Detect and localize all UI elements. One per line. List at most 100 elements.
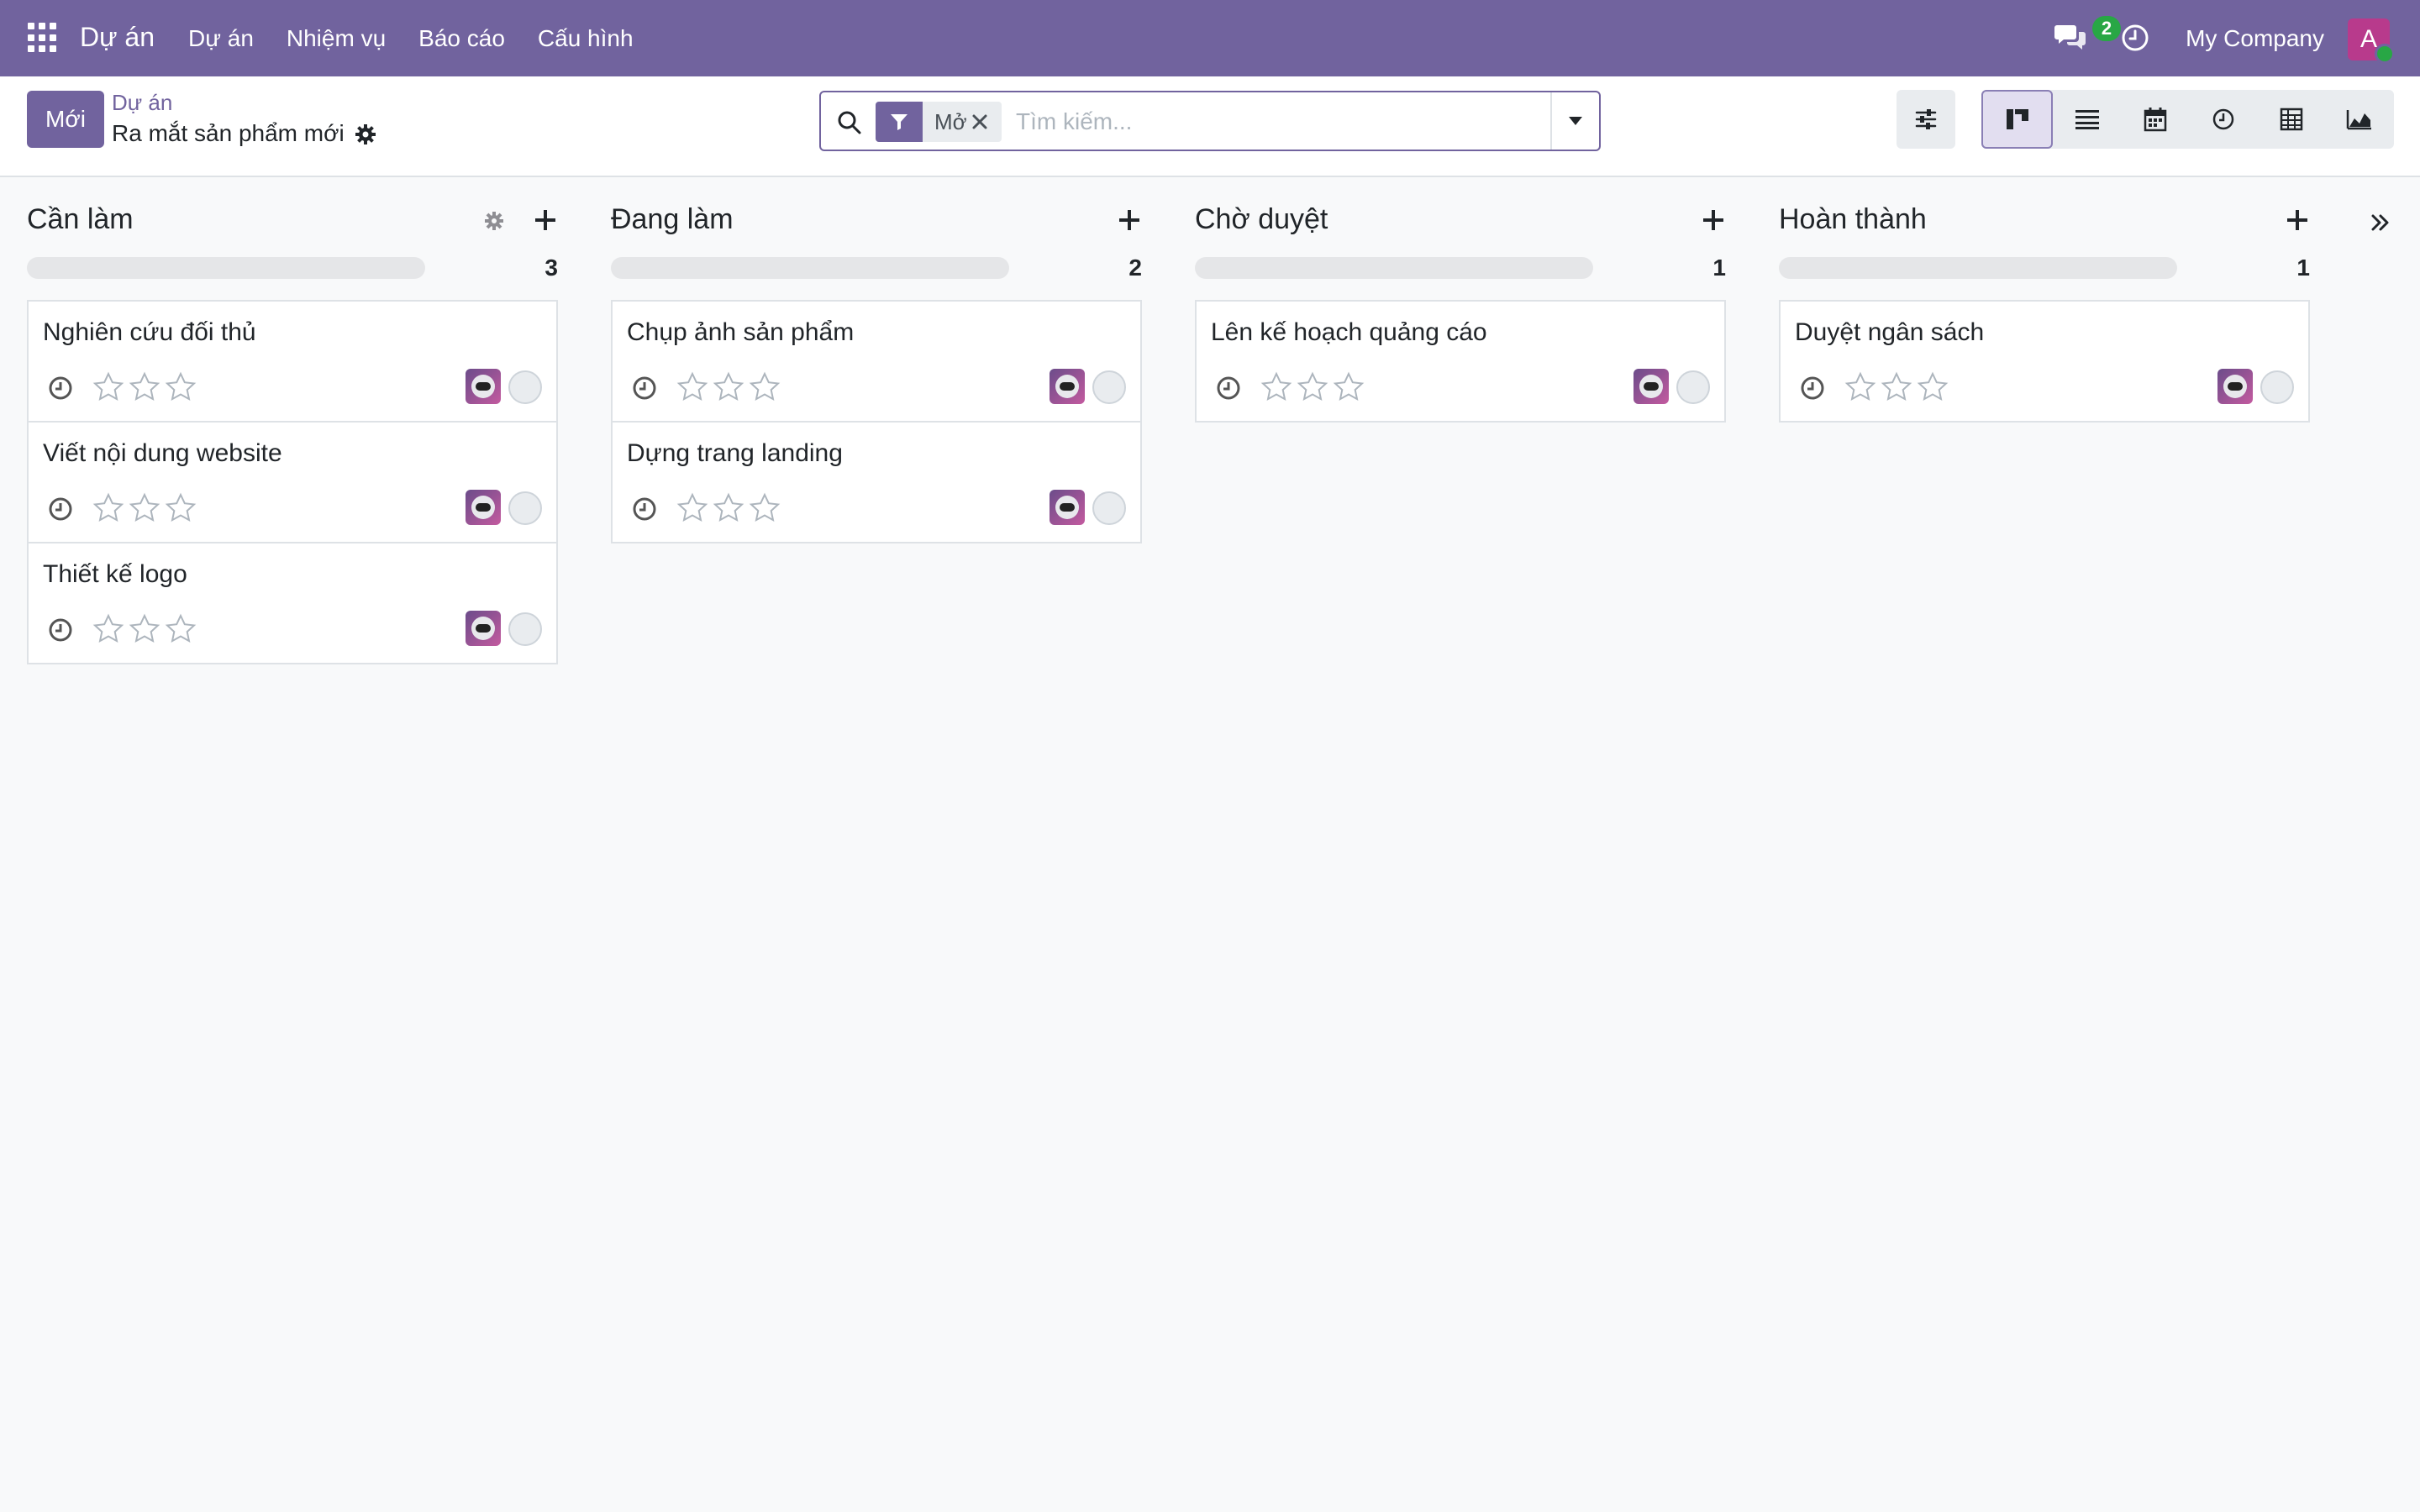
task-title: Lên kế hoạch quảng cáo [1211,318,1487,346]
star-icon[interactable] [1297,371,1328,403]
task-card[interactable]: Dựng trang landing [611,421,1142,543]
star-icon[interactable] [749,492,781,524]
status-circle[interactable] [508,491,542,525]
view-calendar-button[interactable] [2121,90,2189,149]
task-card[interactable]: Chụp ảnh sản phẩm [611,300,1142,423]
status-circle[interactable] [1092,370,1126,404]
activity-clock-icon[interactable] [2121,24,2149,52]
view-kanban-button[interactable] [1981,90,2054,149]
activity-clock-icon[interactable] [631,375,658,402]
kanban-icon [2006,109,2028,129]
status-circle[interactable] [508,370,542,404]
plus-icon[interactable] [533,207,558,233]
assignee-avatar[interactable] [1634,369,1669,404]
star-icon[interactable] [1333,371,1365,403]
assignee-avatar[interactable] [466,369,501,404]
column-count: 2 [1128,255,1142,281]
activity-clock-icon[interactable] [47,617,74,643]
assignee-avatar[interactable] [466,490,501,525]
priority-stars [92,371,197,403]
activity-clock-icon[interactable] [47,375,74,402]
view-list-button[interactable] [2053,90,2121,149]
apps-menu-icon[interactable] [28,23,58,53]
task-card[interactable]: Duyệt ngân sách [1779,300,2310,423]
star-icon[interactable] [1260,371,1292,403]
breadcrumb-current: Ra mắt sản phẩm mới [112,120,345,146]
double-chevron-right-icon[interactable] [2368,210,2393,235]
priority-stars [1844,371,1949,403]
menu-item-configuration[interactable]: Cấu hình [538,25,634,52]
assignee-avatar[interactable] [466,611,501,646]
app-brand[interactable]: Dự án [80,22,155,53]
star-icon[interactable] [129,492,160,524]
filter-icon [876,102,923,142]
view-graph-button[interactable] [2326,90,2394,149]
column-title[interactable]: Chờ duyệt [1195,203,1328,236]
priority-stars [1260,371,1365,403]
star-icon[interactable] [92,613,124,645]
star-icon[interactable] [165,613,197,645]
task-card[interactable]: Nghiên cứu đối thủ [27,300,558,423]
star-icon[interactable] [92,492,124,524]
activity-clock-icon[interactable] [1215,375,1242,402]
column-settings-gear-icon[interactable] [482,209,506,233]
column-count: 1 [1712,255,1726,281]
search-input[interactable] [1016,102,1520,141]
filter-settings-button[interactable] [1897,90,1955,149]
star-icon[interactable] [129,371,160,403]
menu-item-projects[interactable]: Dự án [188,25,254,52]
star-icon[interactable] [713,492,744,524]
star-icon[interactable] [1844,371,1876,403]
search-bar: Mở [819,91,1601,151]
messaging-icon[interactable] [2054,22,2087,52]
column-title[interactable]: Cần làm [27,203,134,236]
activity-clock-icon[interactable] [1799,375,1826,402]
status-circle[interactable] [2260,370,2294,404]
star-icon[interactable] [129,613,160,645]
list-icon [2075,110,2099,129]
status-circle[interactable] [508,612,542,646]
plus-icon[interactable] [2285,207,2310,233]
star-icon[interactable] [1881,371,1912,403]
star-icon[interactable] [713,371,744,403]
column-progress-bar [27,257,425,279]
column-title[interactable]: Hoàn thành [1779,203,1927,236]
new-button[interactable]: Mới [27,91,104,148]
breadcrumb-parent[interactable]: Dự án [112,90,172,116]
column-title[interactable]: Đang làm [611,203,734,236]
view-activity-button[interactable] [2190,90,2258,149]
column-cards: Duyệt ngân sách [1779,300,2310,423]
column-count: 3 [544,255,558,281]
menu-item-reporting[interactable]: Báo cáo [418,25,505,52]
plus-icon[interactable] [1701,207,1726,233]
task-card[interactable]: Lên kế hoạch quảng cáo [1195,300,1726,423]
gear-icon[interactable] [354,123,377,146]
assignee-avatar[interactable] [1050,369,1085,404]
column-progress-bar [1195,257,1593,279]
search-facet: Mở [876,102,1002,142]
task-title: Viết nội dung website [43,439,282,467]
star-icon[interactable] [1917,371,1949,403]
activity-clock-icon[interactable] [47,496,74,522]
activity-clock-icon[interactable] [631,496,658,522]
assignee-avatar[interactable] [2217,369,2253,404]
star-icon[interactable] [676,492,708,524]
menu-item-tasks[interactable]: Nhiệm vụ [287,25,386,52]
view-pivot-button[interactable] [2258,90,2326,149]
star-icon[interactable] [165,492,197,524]
company-switcher[interactable]: My Company [2186,25,2324,52]
priority-stars [92,492,197,524]
star-icon[interactable] [165,371,197,403]
search-icon[interactable] [836,109,863,136]
task-card[interactable]: Viết nội dung website [27,421,558,543]
task-card[interactable]: Thiết kế logo [27,542,558,664]
star-icon[interactable] [676,371,708,403]
search-options-toggle[interactable] [1550,92,1599,150]
status-circle[interactable] [1092,491,1126,525]
status-circle[interactable] [1676,370,1710,404]
star-icon[interactable] [92,371,124,403]
close-icon[interactable] [970,112,990,132]
plus-icon[interactable] [1117,207,1142,233]
star-icon[interactable] [749,371,781,403]
assignee-avatar[interactable] [1050,490,1085,525]
